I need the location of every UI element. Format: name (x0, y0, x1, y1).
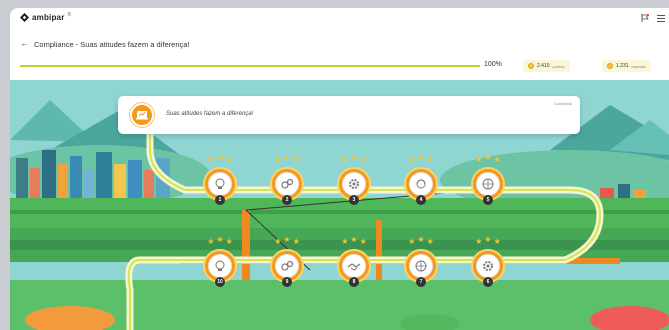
globe-icon (476, 172, 500, 196)
stars-rating: ★ ★ ★ (475, 235, 501, 246)
stars-rating: ★ ★ ★ (207, 153, 233, 164)
gear-icon (342, 172, 366, 196)
stars-rating: ★ ★ ★ (274, 153, 300, 164)
node-number: 6 (483, 277, 493, 287)
points-label: pontos (552, 63, 565, 69)
progress-bar-fill (20, 65, 480, 67)
intro-card[interactable]: Suas atitudes fazem a diferença! Concluí… (118, 96, 580, 134)
node-number: 2 (282, 195, 292, 205)
intro-badge (130, 103, 154, 127)
coins-badge: 1.231 moedas (602, 60, 651, 72)
points-badge: 2.410 pontos (523, 60, 570, 72)
stars-rating: ★ ★ ★ (341, 153, 367, 164)
journey-node[interactable]: ★ ★ ★ 10 (200, 235, 240, 290)
journey-map: Suas atitudes fazem a diferença! Concluí… (10, 80, 669, 330)
node-number: 9 (282, 277, 292, 287)
stars-rating: ★ ★ ★ (408, 235, 434, 246)
intro-text: Suas atitudes fazem a diferença! (166, 111, 254, 117)
app-window: ambipar ® ← Compliance - Suas atitudes f… (10, 8, 669, 330)
notification-flag-icon[interactable] (641, 14, 649, 22)
node-number: 4 (416, 195, 426, 205)
coins-value: 1.231 (616, 63, 629, 69)
lightbulb-icon (208, 172, 232, 196)
gears-icon (275, 254, 299, 278)
laptop-chart-icon (136, 111, 148, 120)
stars-rating: ★ ★ ★ (475, 153, 501, 164)
points-coin-icon (528, 63, 534, 69)
node-number: 3 (349, 195, 359, 205)
journey-node[interactable]: ★ ★ ★ 1 (200, 153, 240, 208)
hamburger-menu-icon[interactable] (657, 14, 665, 22)
top-bar: ambipar ® (10, 8, 669, 30)
journey-node[interactable]: ★ ★ ★ 6 (468, 235, 508, 290)
coins-coin-icon (607, 63, 613, 69)
journey-node[interactable]: ★ ★ ★ 4 (401, 153, 441, 208)
node-number: 8 (349, 277, 359, 287)
back-arrow-icon[interactable]: ← (20, 39, 29, 48)
journey-node[interactable]: ★ ★ ★ 7 (401, 235, 441, 290)
page-title: Compliance - Suas atitudes fazem a difer… (34, 40, 190, 49)
points-value: 2.410 (537, 63, 550, 69)
globe-icon (409, 254, 433, 278)
brand-trademark: ® (67, 11, 72, 18)
stars-rating: ★ ★ ★ (341, 235, 367, 246)
progress-bar (20, 65, 480, 67)
progress-row: 100% 2.410 pontos 1.231 moedas (10, 60, 669, 74)
page-header: ← Compliance - Suas atitudes fazem a dif… (10, 36, 669, 54)
brand-logo[interactable]: ambipar ® (20, 11, 72, 22)
journey-node[interactable]: ★ ★ ★ 9 (267, 235, 307, 290)
stars-rating: ★ ★ ★ (207, 235, 233, 246)
intro-status: Concluído (553, 101, 572, 106)
progress-percent: 100% (484, 61, 502, 68)
gear-icon (476, 254, 500, 278)
cycle-icon (409, 172, 433, 196)
ambipar-logo-icon (20, 13, 29, 22)
journey-node[interactable]: ★ ★ ★ 5 (468, 153, 508, 208)
gears-icon (275, 172, 299, 196)
node-number: 7 (416, 277, 426, 287)
handshake-icon (342, 254, 366, 278)
coins-label: moedas (631, 63, 646, 69)
node-number: 5 (483, 195, 493, 205)
stars-rating: ★ ★ ★ (408, 153, 434, 164)
node-number: 1 (215, 195, 225, 205)
brand-name: ambipar (32, 13, 65, 22)
journey-node[interactable]: ★ ★ ★ 8 (334, 235, 374, 290)
journey-node[interactable]: ★ ★ ★ 3 (334, 153, 374, 208)
node-number: 10 (215, 277, 225, 287)
stars-rating: ★ ★ ★ (274, 235, 300, 246)
journey-node[interactable]: ★ ★ ★ 2 (267, 153, 307, 208)
lightbulb-icon (208, 254, 232, 278)
